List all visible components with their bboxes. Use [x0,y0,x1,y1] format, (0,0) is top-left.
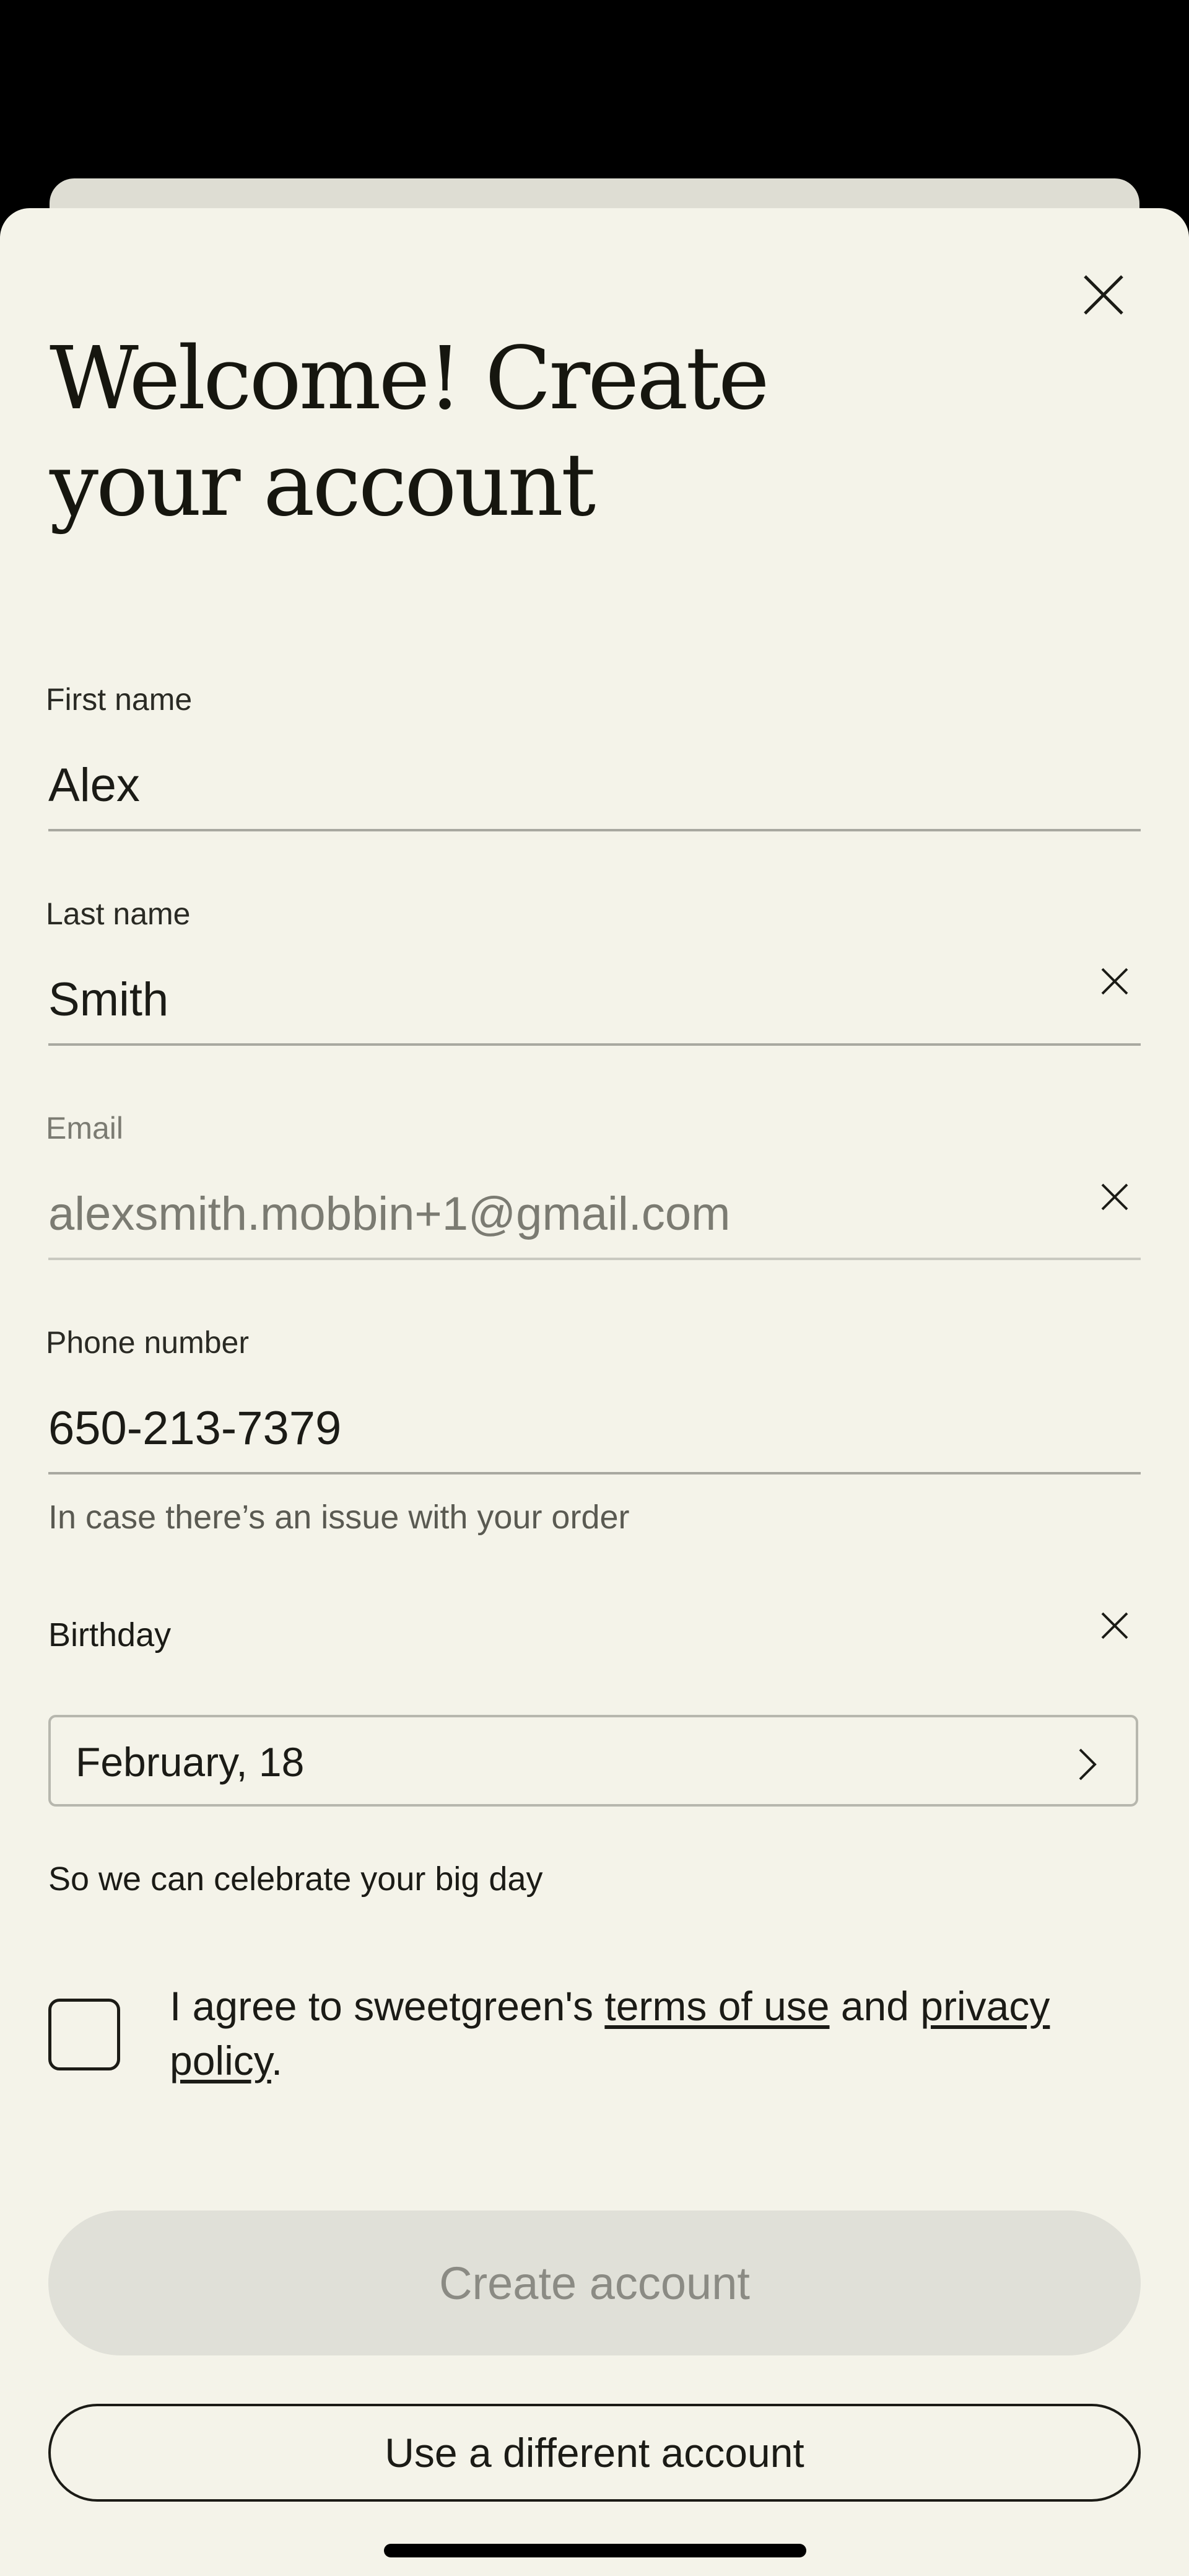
agreement-prefix: I agree to sweetgreen's [170,1983,605,2029]
birthday-label: Birthday [48,1616,172,1654]
first-name-input[interactable]: Alex [48,758,140,812]
last-name-label: Last name [46,896,191,931]
clear-icon [1101,1183,1128,1211]
birthday-value: February, 18 [76,1739,305,1785]
agreement-text: I agree to sweetgreen's terms of use and… [170,1979,1136,2088]
email-label: Email [46,1111,124,1146]
clear-last-name-button[interactable] [1091,1173,1138,1220]
first-name-label: First name [46,682,193,717]
page-title: Welcome! Create your account [50,328,770,536]
email-underline [48,1258,1141,1260]
email-field: alexsmith.mobbin+1@gmail.com [48,1188,731,1240]
terms-of-use-link[interactable]: terms of use [604,1983,829,2029]
clear-icon [1101,1612,1128,1639]
last-name-underline [48,1043,1141,1046]
close-button[interactable] [1073,264,1135,326]
clear-icon [1101,968,1128,995]
clear-phone-button[interactable] [1091,1602,1138,1649]
phone-helper-text: In case there’s an issue with your order [48,1499,630,1536]
first-name-underline [48,829,1141,831]
clear-first-name-button[interactable] [1091,958,1138,1005]
agree-checkbox[interactable] [48,1999,120,2070]
phone-label: Phone number [46,1325,250,1360]
phone-input[interactable]: 650-213-7379 [48,1401,341,1455]
create-account-sheet: Welcome! Create your account First name … [0,208,1189,2576]
last-name-input[interactable]: Smith [48,973,168,1027]
close-icon [1084,275,1123,315]
home-indicator [384,2544,806,2557]
birthday-helper-text: So we can celebrate your big day [48,1860,543,1898]
agreement-suffix: . [271,2038,283,2083]
agreement-middle: and [829,1983,921,2029]
birthday-picker[interactable]: February, 18 [48,1715,1138,1807]
phone-underline [48,1472,1141,1474]
chevron-right-icon [1079,1748,1097,1781]
use-different-account-button[interactable]: Use a different account [48,2404,1141,2502]
create-account-button[interactable]: Create account [48,2210,1141,2355]
